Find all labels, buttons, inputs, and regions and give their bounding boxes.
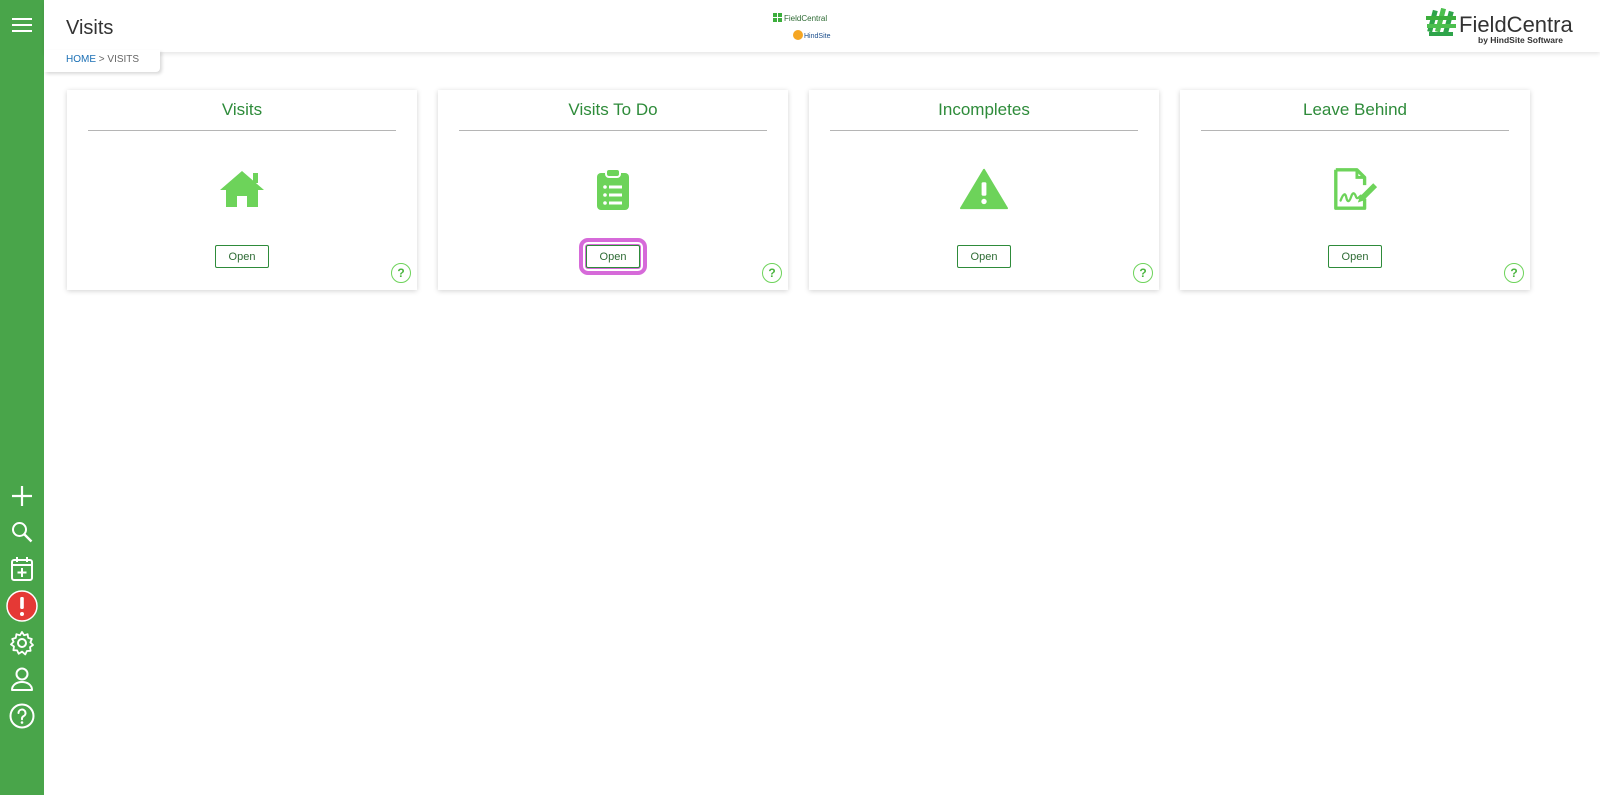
card-visits: Visits Open ? <box>67 90 417 290</box>
user-icon[interactable] <box>6 663 38 695</box>
breadcrumb-home-link[interactable]: HOME <box>66 54 96 65</box>
card-incompletes: Incompletes Open ? <box>809 90 1159 290</box>
card-divider <box>1201 130 1509 131</box>
open-button[interactable]: Open <box>1328 245 1382 268</box>
hamburger-menu-icon[interactable] <box>6 9 38 41</box>
fieldcentral-small-logo-icon <box>773 13 782 22</box>
open-button[interactable]: Open <box>215 245 269 268</box>
warning-icon <box>960 167 1008 211</box>
hindsite-logo-icon <box>793 30 803 40</box>
page-title: Visits <box>66 17 114 39</box>
plus-icon[interactable] <box>6 480 38 512</box>
signed-document-icon <box>1331 167 1379 211</box>
help-icon[interactable]: ? <box>762 263 782 283</box>
center-logo-line1: FieldCentral <box>784 14 827 23</box>
card-divider <box>459 130 767 131</box>
brand-logo-tagline: by HindSite Software <box>1478 35 1563 45</box>
card-visits-to-do: Visits To Do Open ? <box>438 90 788 290</box>
sidebar <box>0 0 44 795</box>
card-title: Visits To Do <box>568 100 658 119</box>
gear-icon[interactable] <box>6 627 38 659</box>
calendar-add-icon[interactable] <box>6 553 38 585</box>
breadcrumb-container: HOME > VISITS <box>44 50 160 72</box>
open-button[interactable]: Open <box>579 238 647 275</box>
center-logo-line2: HindSite <box>804 33 831 40</box>
center-logo: FieldCentral HindSite <box>770 10 850 44</box>
card-title: Incompletes <box>938 100 1030 119</box>
clipboard-list-icon <box>589 167 637 211</box>
search-icon[interactable] <box>6 516 38 548</box>
help-icon[interactable] <box>6 700 38 732</box>
breadcrumb-separator: > <box>96 54 108 65</box>
card-leave-behind: Leave Behind Open ? <box>1180 90 1530 290</box>
breadcrumb: HOME > VISITS <box>66 54 139 65</box>
help-icon[interactable]: ? <box>391 263 411 283</box>
help-icon[interactable]: ? <box>1504 263 1524 283</box>
card-divider <box>830 130 1138 131</box>
top-bar: Visits FieldCentral HindSite FieldCentra… <box>44 0 1600 52</box>
brand-logo: FieldCentral by HindSite Software <box>1426 7 1578 46</box>
fieldcentral-logo-icon <box>1426 7 1456 36</box>
card-divider <box>88 130 396 131</box>
alert-icon[interactable] <box>6 590 38 622</box>
help-icon[interactable]: ? <box>1133 263 1153 283</box>
house-icon <box>218 167 266 211</box>
card-title: Leave Behind <box>1303 100 1407 119</box>
card-title: Visits <box>221 100 263 119</box>
open-button[interactable]: Open <box>957 245 1011 268</box>
breadcrumb-current: VISITS <box>107 54 140 65</box>
brand-logo-name: FieldCentral <box>1459 12 1574 37</box>
